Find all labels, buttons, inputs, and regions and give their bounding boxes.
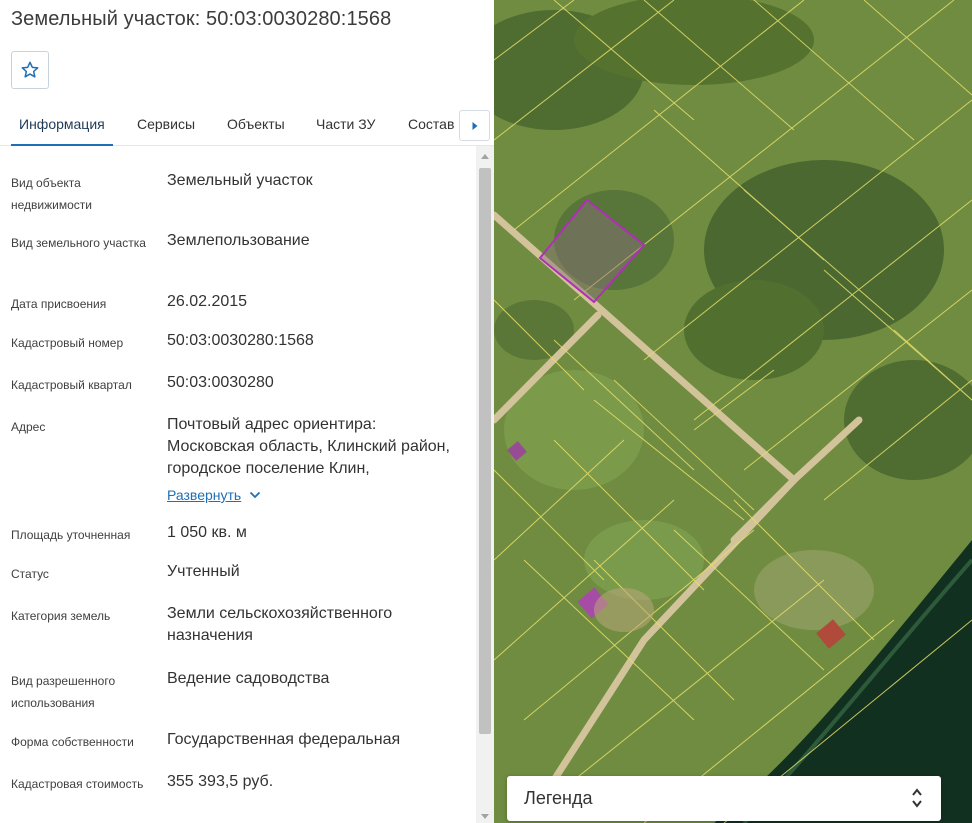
tabs-next-button[interactable]	[459, 110, 490, 141]
field-value: Государственная федеральная	[167, 731, 401, 748]
field-label: Вид земельного участка	[11, 236, 146, 250]
scroll-down-arrow-icon[interactable]	[481, 814, 489, 819]
tabs-bar: Информация Сервисы Объекты Части ЗУ Сост…	[0, 103, 494, 146]
info-list: Вид объекта недвижимости Земельный участ…	[0, 146, 476, 823]
tab-objects[interactable]: Объекты	[227, 103, 285, 145]
map-view[interactable]	[494, 0, 972, 823]
field-value: Ведение садоводства	[167, 670, 330, 687]
field-value: 50:03:0030280	[167, 374, 274, 391]
field-label: Форма собственности	[11, 735, 134, 749]
legend-panel[interactable]: Легенда	[507, 776, 941, 821]
scrollbar-thumb[interactable]	[479, 168, 491, 734]
field-label: Адрес	[11, 420, 46, 434]
legend-label: Легенда	[524, 788, 593, 808]
field-value: Земли сельскохозяйственного назначения	[167, 605, 393, 644]
field-label: Статус	[11, 567, 49, 581]
tab-services[interactable]: Сервисы	[137, 103, 195, 145]
field-value: 26.02.2015	[167, 293, 248, 310]
field-value: 355 393,5 руб.	[167, 773, 274, 790]
tab-information[interactable]: Информация	[11, 103, 113, 146]
field-label: Дата присвоения	[11, 297, 107, 311]
field-value: 1 050 кв. м	[167, 524, 247, 541]
favorite-button[interactable]	[11, 51, 49, 89]
field-label: Категория земель	[11, 609, 111, 623]
field-value: 50:03:0030280:1568	[167, 332, 314, 349]
page-title: Земельный участок: 50:03:0030280:1568	[11, 8, 392, 30]
chevron-down-icon	[250, 491, 261, 499]
field-label: Площадь уточненная	[11, 528, 131, 542]
star-outline-icon	[21, 61, 39, 78]
scroll-up-arrow-icon[interactable]	[481, 154, 489, 159]
tab-parts[interactable]: Части ЗУ	[316, 103, 375, 145]
address-value: Почтовый адрес ориентира: Московская обл…	[167, 416, 450, 477]
chevron-up-down-icon	[912, 788, 922, 808]
tab-composition[interactable]: Состав	[408, 103, 454, 145]
info-panel: Земельный участок: 50:03:0030280:1568 Ин…	[0, 0, 494, 823]
field-label: Вид объекта недвижимости	[11, 176, 92, 212]
expand-label: Развернуть	[167, 487, 242, 503]
field-value: Землепользование	[167, 232, 310, 249]
field-value: Учтенный	[167, 563, 240, 580]
field-value: Земельный участок	[167, 172, 313, 189]
field-label: Кадастровая стоимость	[11, 777, 144, 791]
expand-link-wrap: Развернуть	[167, 484, 457, 507]
field-label: Вид разрешенного использования	[11, 674, 116, 710]
field-label: Кадастровый номер	[11, 336, 124, 350]
scrollbar[interactable]	[476, 146, 494, 823]
caret-right-icon	[472, 121, 477, 130]
legend-toggle-button[interactable]	[911, 786, 923, 815]
field-label: Кадастровый квартал	[11, 378, 132, 392]
satellite-map[interactable]	[494, 0, 972, 823]
expand-address-link[interactable]: Развернуть	[167, 484, 261, 506]
